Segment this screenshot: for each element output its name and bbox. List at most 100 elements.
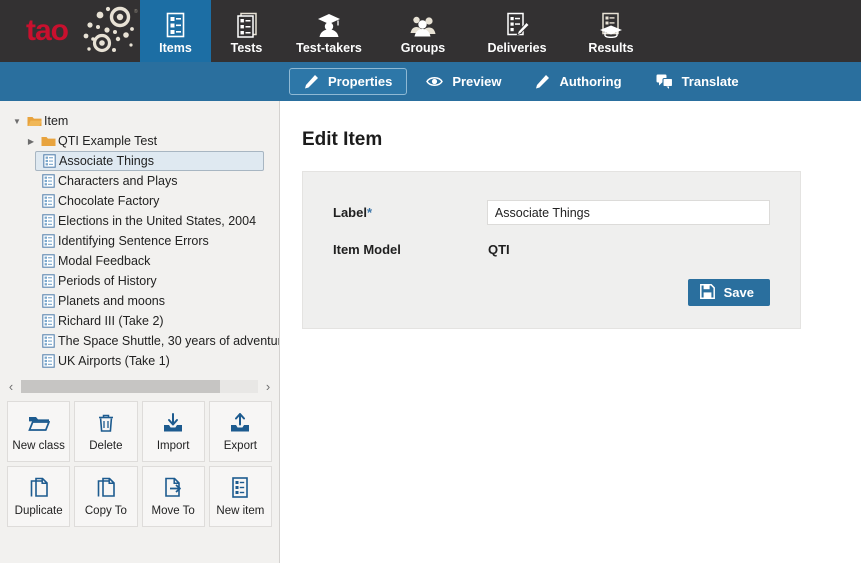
action-row-1: New class Delete Import [7,401,272,462]
copy-to-button[interactable]: Copy To [74,466,137,527]
item-doc-icon [38,174,58,188]
copy-to-button-label: Copy To [85,505,127,517]
chevron-left-icon[interactable]: ‹ [4,380,18,393]
tree-horizontal-scrollbar[interactable]: ‹ › [4,377,275,395]
nav-item-groups[interactable]: Groups [376,0,470,62]
item-doc-icon [39,154,59,168]
nav-item-tests[interactable]: Tests [211,0,282,62]
tree-node-space-shuttle[interactable]: The Space Shuttle, 30 years of adventure [0,331,279,351]
caret-right-icon[interactable]: ▶ [24,137,38,146]
nav-item-groups-label: Groups [401,41,445,55]
move-to-button[interactable]: Move To [142,466,205,527]
nav-item-items-label: Items [159,41,192,55]
tree-node-elections-united-states-2004[interactable]: Elections in the United States, 2004 [0,211,279,231]
nav-item-deliveries[interactable]: Deliveries [470,0,564,62]
floppy-save-icon [700,284,715,302]
duplicate-button[interactable]: Duplicate [7,466,70,527]
caret-down-icon[interactable]: ▼ [10,117,24,126]
tab-properties[interactable]: Properties [289,68,407,95]
tao-logo[interactable]: tao ® [0,0,140,62]
tree-node-item-label: Item [44,114,68,128]
tree-node-planets-and-moons[interactable]: Planets and moons [0,291,279,311]
content-area: Edit Item Label* Item Model QTI Save [280,101,861,563]
sub-navigation-bar: Properties Preview Authoring Translate [0,62,861,101]
tree-node-chocolate-factory[interactable]: Chocolate Factory [0,191,279,211]
form-button-row: Save [333,279,770,306]
new-class-button-label: New class [12,440,64,452]
folder-open-icon [28,412,50,434]
tree-node-richard-iii-take-2-label: Richard III (Take 2) [58,314,164,328]
tree-node-chocolate-factory-label: Chocolate Factory [58,194,159,208]
nav-item-results[interactable]: Results [564,0,658,62]
action-row-2: Duplicate Copy To Move To [7,466,272,527]
tree-node-modal-feedback-label: Modal Feedback [58,254,150,268]
label-field-row: Label* [333,200,770,225]
nav-item-tests-label: Tests [231,41,263,55]
tree-node-periods-of-history[interactable]: Periods of History [0,271,279,291]
nav-item-results-label: Results [588,41,633,55]
tab-preview[interactable]: Preview [411,68,516,95]
item-doc-icon [38,214,58,228]
tree-node-qti-example-test-label: QTI Example Test [58,134,157,148]
tao-dots-logo-icon: ® [74,5,140,55]
save-button-label: Save [724,285,754,300]
new-class-button[interactable]: New class [7,401,70,462]
translate-bubbles-icon [656,74,673,89]
scrollbar-track[interactable] [21,380,258,393]
copy-pages-icon [96,477,116,499]
tab-authoring[interactable]: Authoring [520,68,636,95]
tree-node-uk-airports-take-1-label: UK Airports (Take 1) [58,354,170,368]
nav-item-items[interactable]: Items [140,0,211,62]
tao-logo-text: tao [26,16,68,46]
item-model-value: QTI [488,242,510,257]
tree-node-richard-iii-take-2[interactable]: Richard III (Take 2) [0,311,279,331]
chevron-right-icon[interactable]: › [261,380,275,393]
item-doc-icon [38,294,58,308]
tree-node-associate-things-label: Associate Things [59,154,154,168]
item-tree: ▼ Item ▶ QTI Example Test Associate Thin… [0,101,279,371]
nav-item-test-takers[interactable]: Test-takers [282,0,376,62]
page-title: Edit Item [302,129,861,151]
delete-button-label: Delete [89,440,122,452]
eye-icon [426,75,443,88]
test-taker-graduate-icon [315,11,343,38]
results-graduate-list-icon [598,11,624,38]
tree-node-associate-things[interactable]: Associate Things [35,151,264,171]
scrollbar-thumb[interactable] [21,380,220,393]
label-field-label-text: Label [333,205,367,220]
delete-button[interactable]: Delete [74,401,137,462]
tree-node-uk-airports-take-1[interactable]: UK Airports (Take 1) [0,351,279,371]
tab-properties-label: Properties [328,74,392,89]
new-item-list-icon [231,477,249,499]
item-doc-icon [38,334,58,348]
item-model-label: Item Model [333,242,488,257]
trash-icon [97,412,115,434]
tree-node-characters-and-plays[interactable]: Characters and Plays [0,171,279,191]
export-up-arrow-icon [229,412,251,434]
tab-authoring-label: Authoring [559,74,621,89]
duplicate-pages-icon [29,477,49,499]
import-down-arrow-icon [162,412,184,434]
move-page-arrow-icon [163,477,184,499]
sidebar: ▼ Item ▶ QTI Example Test Associate Thin… [0,101,280,563]
item-doc-icon [38,354,58,368]
save-button[interactable]: Save [688,279,770,306]
tree-node-item[interactable]: ▼ Item [0,111,279,131]
label-input[interactable] [487,200,770,225]
tree-node-qti-example-test[interactable]: ▶ QTI Example Test [0,131,279,151]
tree-node-identifying-sentence-errors-label: Identifying Sentence Errors [58,234,209,248]
tree-node-planets-and-moons-label: Planets and moons [58,294,165,308]
new-item-button[interactable]: New item [209,466,272,527]
tree-node-identifying-sentence-errors[interactable]: Identifying Sentence Errors [0,231,279,251]
nav-item-deliveries-label: Deliveries [487,41,546,55]
item-doc-icon [38,314,58,328]
tree-action-buttons: New class Delete Import [0,395,279,537]
import-button[interactable]: Import [142,401,205,462]
tab-translate[interactable]: Translate [641,68,754,95]
item-doc-icon [38,194,58,208]
tree-node-modal-feedback[interactable]: Modal Feedback [0,251,279,271]
pencil-icon [304,74,319,89]
item-doc-icon [38,254,58,268]
export-button[interactable]: Export [209,401,272,462]
nav-item-test-takers-label: Test-takers [296,41,362,55]
